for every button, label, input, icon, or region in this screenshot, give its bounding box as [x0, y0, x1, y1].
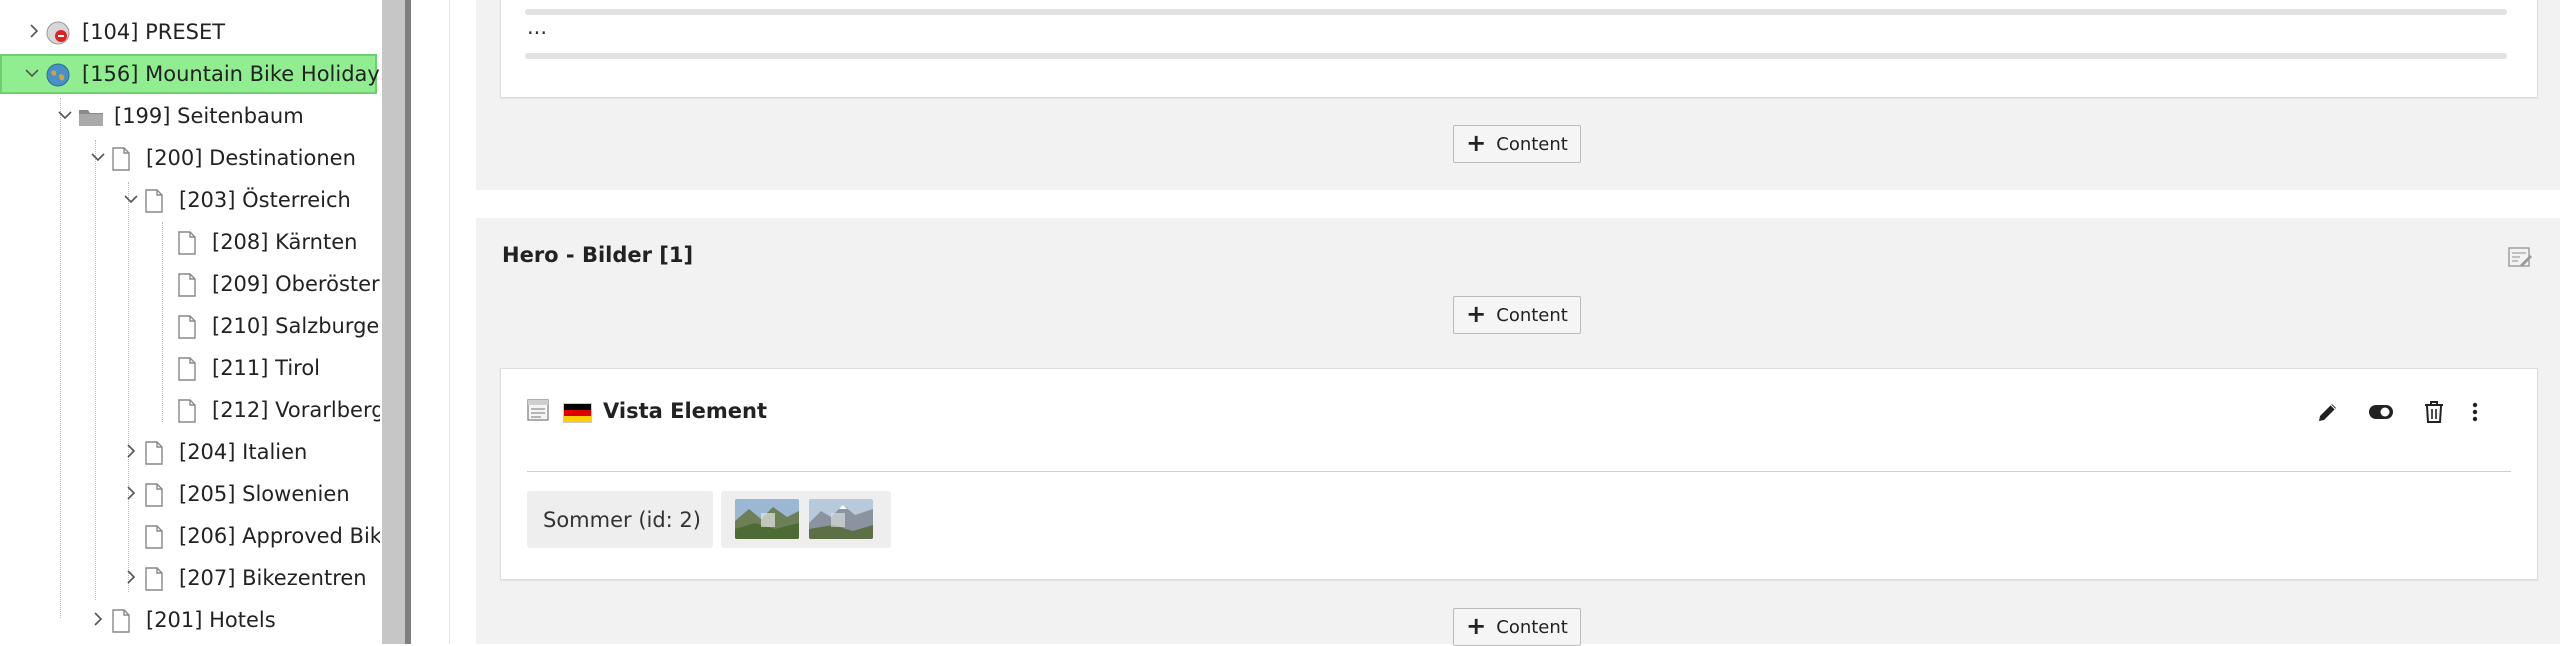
tree-item-210[interactable]: [210] Salzburger [0, 306, 380, 346]
divider-line [525, 53, 2507, 59]
tree-item-label: [209] Oberösterr [212, 272, 380, 296]
page-tree: [104] PRESET [156] Mountain Bike Holiday… [0, 0, 380, 644]
chevron-down-icon[interactable] [58, 108, 72, 122]
tree-item-201[interactable]: [201] Hotels [0, 600, 380, 640]
page-icon [144, 441, 168, 465]
page-icon [144, 567, 168, 591]
tree-item-203[interactable]: [203] Österreich [0, 180, 380, 220]
tree-item-label: [212] Vorarlberg [212, 398, 380, 422]
card-divider [527, 471, 2511, 472]
tree-item-label: [203] Österreich [179, 188, 351, 212]
tree-item-label: [206] Approved Bike [179, 524, 380, 548]
tree-item-207[interactable]: [207] Bikezentren [0, 558, 380, 598]
page-icon [177, 231, 201, 255]
page-icon [144, 189, 168, 213]
page-icon [177, 399, 201, 423]
chevron-right-icon[interactable] [124, 444, 138, 458]
add-content-button[interactable]: + Content [1453, 125, 1581, 163]
tree-item-label: [205] Slowenien [179, 482, 350, 506]
tree-item-label: [210] Salzburger [212, 314, 380, 338]
content-element-card[interactable]: Vista Element Sommer (id: 2) [500, 368, 2538, 580]
chevron-right-icon[interactable] [91, 612, 105, 626]
tree-item-206[interactable]: [206] Approved Bike [0, 516, 380, 556]
toggle-icon[interactable] [2364, 395, 2398, 429]
page-icon [177, 273, 201, 297]
edit-icon[interactable] [2311, 395, 2345, 429]
tree-item-label: [199] Seitenbaum [114, 104, 304, 128]
tree-item-label: [201] Hotels [146, 608, 276, 632]
tree-item-204[interactable]: [204] Italien [0, 432, 380, 472]
tree-scrollbar[interactable] [382, 0, 405, 644]
element-title: Vista Element [603, 399, 768, 423]
chevron-right-icon[interactable] [27, 24, 41, 38]
tree-item-104[interactable]: [104] PRESET [0, 12, 380, 52]
element-ellipsis: ... [527, 15, 548, 39]
hero-column: Hero - Bilder [1] + Content Vista Elemen… [476, 218, 2560, 646]
more-icon[interactable] [2458, 395, 2492, 429]
site-root-icon [46, 21, 70, 45]
chevron-right-icon[interactable] [124, 570, 138, 584]
thumbnail-strip [721, 491, 891, 548]
chevron-right-icon[interactable] [124, 486, 138, 500]
add-content-label: Content [1496, 304, 1568, 326]
plus-icon: + [1466, 129, 1487, 157]
plus-icon: + [1466, 300, 1487, 328]
add-content-button[interactable]: + Content [1453, 608, 1581, 646]
module-gutter [411, 0, 450, 644]
tree-item-label: [204] Italien [179, 440, 308, 464]
tree-item-199[interactable]: [199] Seitenbaum [0, 96, 380, 136]
tree-item-label: [104] PRESET [82, 20, 226, 44]
page-icon [144, 483, 168, 507]
content-type-icon [527, 399, 549, 421]
category-chip: Sommer (id: 2) [527, 491, 713, 548]
globe-icon [46, 63, 70, 87]
page-icon [177, 315, 201, 339]
tree-item-label: [156] Mountain Bike Holidays [82, 62, 380, 86]
page-icon [177, 357, 201, 381]
chevron-down-icon[interactable] [91, 150, 105, 164]
tree-item-205[interactable]: [205] Slowenien [0, 474, 380, 514]
top-content-element[interactable]: ... [500, 0, 2538, 98]
folder-icon [78, 105, 103, 129]
tree-item-label: [211] Tirol [212, 356, 321, 380]
add-content-label: Content [1496, 616, 1568, 638]
page-icon [144, 525, 168, 549]
tree-item-200[interactable]: [200] Destinationen [0, 138, 380, 178]
image-thumbnail[interactable] [809, 499, 873, 539]
tree-item-label: [200] Destinationen [146, 146, 356, 170]
column-edit-icon[interactable] [2503, 240, 2537, 274]
tree-item-212[interactable]: [212] Vorarlberg [0, 390, 380, 430]
plus-icon: + [1466, 612, 1487, 640]
page-icon [111, 609, 135, 633]
tree-item-208[interactable]: [208] Kärnten [0, 222, 380, 262]
tree-item-156[interactable]: [156] Mountain Bike Holidays [0, 54, 380, 94]
page-module-content: ... + Content Hero - Bilder [1] + Conten… [450, 0, 2560, 646]
chevron-down-icon[interactable] [25, 66, 39, 80]
tree-item-211[interactable]: [211] Tirol [0, 348, 380, 388]
image-thumbnail[interactable] [735, 499, 799, 539]
tree-item-label: [207] Bikezentren [179, 566, 367, 590]
tree-item-label: [208] Kärnten [212, 230, 358, 254]
page-icon [111, 147, 135, 171]
de-flag-icon [563, 403, 592, 423]
chevron-down-icon[interactable] [124, 192, 138, 206]
divider-line [525, 9, 2507, 15]
top-column: ... + Content [476, 0, 2560, 190]
add-content-label: Content [1496, 133, 1568, 155]
trash-icon[interactable] [2417, 395, 2451, 429]
add-content-button[interactable]: + Content [1453, 296, 1581, 334]
column-title: Hero - Bilder [1] [502, 243, 694, 267]
tree-item-209[interactable]: [209] Oberösterr [0, 264, 380, 304]
